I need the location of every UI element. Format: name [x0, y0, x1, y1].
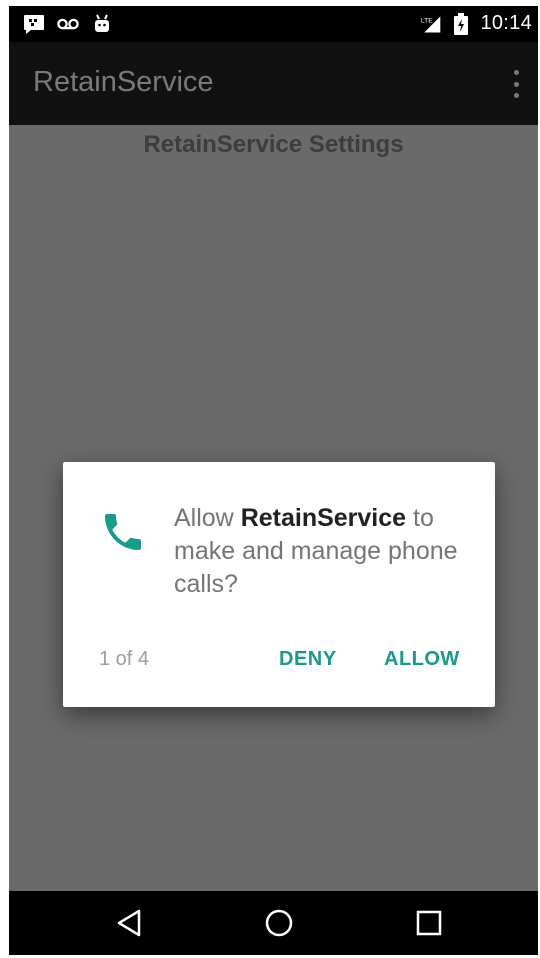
dialog-message: Allow RetainService to make and manage p…: [174, 502, 474, 601]
signal-icon: LTE: [420, 14, 442, 34]
dialog-app-name: RetainService: [240, 504, 407, 532]
permission-counter: 1 of 4: [99, 648, 150, 670]
permission-dialog: Allow RetainService to make and manage p…: [63, 462, 495, 707]
message-icon: [23, 14, 45, 34]
navigation-bar: [9, 891, 538, 955]
phone-icon: [99, 508, 147, 556]
status-bar: LTE 10:14: [9, 6, 538, 42]
back-icon[interactable]: [109, 903, 149, 943]
page-title: RetainService Settings: [143, 131, 404, 158]
deny-button[interactable]: DENY: [279, 648, 337, 671]
svg-text:LTE: LTE: [421, 17, 433, 24]
more-vert-icon[interactable]: [508, 68, 524, 100]
voicemail-icon: [57, 14, 79, 34]
notification-icons: [23, 14, 113, 34]
device-screen: LTE 10:14 RetainService RetainService Se…: [9, 6, 538, 955]
status-time: 10:14: [480, 12, 532, 34]
main-content: RetainService Settings Allow RetainServi…: [9, 125, 538, 891]
system-icons: LTE 10:14: [420, 12, 532, 35]
android-icon: [91, 14, 113, 34]
dialog-message-prefix: Allow: [174, 504, 241, 532]
recents-icon[interactable]: [409, 903, 449, 943]
allow-button[interactable]: ALLOW: [384, 648, 460, 671]
app-bar: RetainService: [9, 42, 538, 125]
battery-icon: [450, 12, 472, 35]
home-icon[interactable]: [259, 903, 299, 943]
app-title: RetainService: [33, 66, 214, 98]
